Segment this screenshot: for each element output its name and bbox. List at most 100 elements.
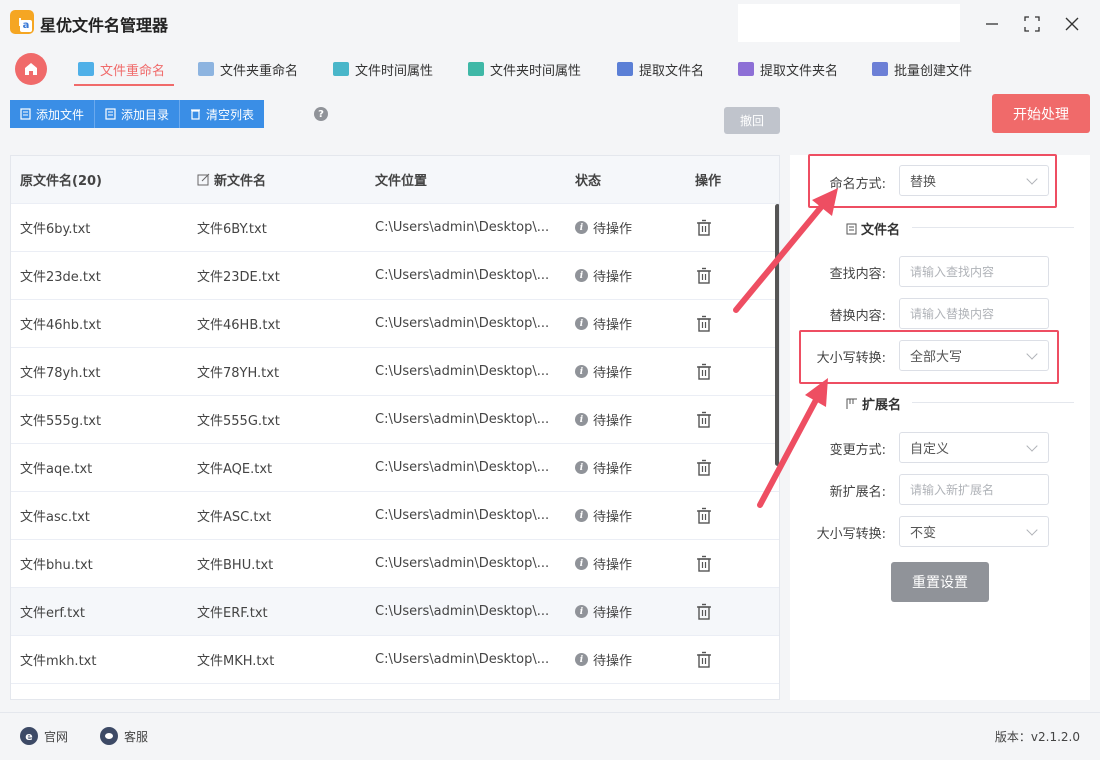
home-button[interactable] xyxy=(15,53,47,85)
delete-button[interactable] xyxy=(695,444,713,491)
new-filename: 文件AQE.txt xyxy=(197,462,273,477)
extension-section-header: 扩展名 xyxy=(846,394,901,413)
close-icon[interactable] xyxy=(1060,12,1084,36)
tab-folder-rename[interactable]: 文件夹重命名 xyxy=(198,56,298,82)
file-time-icon xyxy=(333,62,349,76)
table-row[interactable]: 文件aqe.txt 文件AQE.txt C:\Users\admin\Desktop… xyxy=(11,444,779,492)
status-cell: i 待操作 xyxy=(575,396,632,443)
filename-section-title: 文件名 xyxy=(861,223,901,238)
ext-case-value: 不变 xyxy=(910,526,937,541)
header-original-name: 原文件名(20) xyxy=(20,174,102,189)
new-ext-label: 新扩展名: xyxy=(829,485,886,500)
tab-batch-create[interactable]: 批量创建文件 xyxy=(872,56,972,82)
tab-extract-filename[interactable]: 提取文件名 xyxy=(617,56,704,82)
tab-file-rename[interactable]: 文件重命名 xyxy=(78,56,165,82)
tab-extract-foldername[interactable]: 提取文件夹名 xyxy=(738,56,838,82)
add-directory-label: 添加目录 xyxy=(121,107,170,122)
file-location: C:\Users\admin\Desktop\... xyxy=(375,364,550,379)
file-toolbar: 添加文件 添加目录 清空列表 xyxy=(10,100,265,128)
status-cell: i 待操作 xyxy=(575,492,632,539)
extension-icon xyxy=(846,398,857,409)
delete-button[interactable] xyxy=(695,252,713,299)
edit-icon xyxy=(197,173,210,186)
batch-create-icon xyxy=(872,62,888,76)
info-icon: i xyxy=(575,413,588,426)
delete-button[interactable] xyxy=(695,300,713,347)
new-filename: 文件555G.txt xyxy=(197,414,280,429)
table-row[interactable]: 文件46hb.txt 文件46HB.txt C:\Users\admin\Deskt… xyxy=(11,300,779,348)
status-text: 待操作 xyxy=(593,510,633,525)
table-row[interactable]: 文件6by.txt 文件6BY.txt C:\Users\admin\Desktop… xyxy=(11,204,779,252)
new-filename: 文件MKH.txt xyxy=(197,654,275,669)
active-tab-indicator xyxy=(74,84,174,86)
table-row[interactable]: 文件555g.txt 文件555G.txt C:\Users\admin\Deskt… xyxy=(11,396,779,444)
new-ext-input[interactable]: 请输入新扩展名 xyxy=(899,474,1049,505)
status-cell: i 待操作 xyxy=(575,636,632,683)
file-table: 原文件名(20) 新文件名 文件位置 状态 操作 文件6by.txt 文件6BY.… xyxy=(10,155,780,700)
delete-icon xyxy=(697,507,711,524)
tab-folder-time[interactable]: 文件夹时间属性 xyxy=(468,56,581,82)
original-filename: 文件46hb.txt xyxy=(20,318,102,333)
settings-panel xyxy=(790,155,1090,700)
new-filename: 文件78YH.txt xyxy=(197,366,280,381)
delete-button[interactable] xyxy=(695,204,713,251)
replace-input[interactable]: 请输入替换内容 xyxy=(899,298,1049,329)
clear-list-label: 清空列表 xyxy=(206,107,255,122)
table-row[interactable]: 文件asc.txt 文件ASC.txt C:\Users\admin\Desktop… xyxy=(11,492,779,540)
help-icon[interactable]: ? xyxy=(314,107,328,121)
start-processing-button[interactable]: 开始处理 xyxy=(992,94,1090,133)
ext-case-select[interactable]: 不变 xyxy=(899,516,1049,547)
delete-button[interactable] xyxy=(695,636,713,683)
customer-service-link[interactable]: 客服 xyxy=(100,727,148,745)
delete-icon xyxy=(697,411,711,428)
find-label: 查找内容: xyxy=(829,267,886,282)
delete-button[interactable] xyxy=(695,492,713,539)
table-row[interactable]: 文件erf.txt 文件ERF.txt C:\Users\admin\Desktop… xyxy=(11,588,779,636)
folder-rename-icon xyxy=(198,62,214,76)
reset-settings-button[interactable]: 重置设置 xyxy=(891,562,989,602)
delete-button[interactable] xyxy=(695,348,713,395)
find-input[interactable]: 请输入查找内容 xyxy=(899,256,1049,287)
ext-mode-value: 自定义 xyxy=(910,442,950,457)
table-row[interactable]: 文件mkh.txt 文件MKH.txt C:\Users\admin\Desktop… xyxy=(11,636,779,684)
new-filename: 文件ASC.txt xyxy=(197,510,272,525)
add-file-button[interactable]: 添加文件 xyxy=(10,100,96,128)
status-cell: i 待操作 xyxy=(575,444,632,491)
add-directory-button[interactable]: 添加目录 xyxy=(95,100,181,128)
original-filename: 文件6by.txt xyxy=(20,222,91,237)
tab-label: 提取文件名 xyxy=(639,63,705,79)
chevron-down-icon xyxy=(1026,440,1038,452)
delete-button[interactable] xyxy=(695,588,713,635)
table-scrollbar[interactable] xyxy=(775,204,779,466)
file-location: C:\Users\admin\Desktop\... xyxy=(375,412,550,427)
status-text: 待操作 xyxy=(593,318,633,333)
tab-file-time[interactable]: 文件时间属性 xyxy=(333,56,433,82)
file-location: C:\Users\admin\Desktop\... xyxy=(375,508,550,523)
filename-section-header: 文件名 xyxy=(846,219,900,238)
tab-label: 文件夹时间属性 xyxy=(490,63,582,79)
clear-list-button[interactable]: 清空列表 xyxy=(180,100,265,128)
status-cell: i 待操作 xyxy=(575,252,632,299)
table-row[interactable]: 文件78yh.txt 文件78YH.txt C:\Users\admin\Deskt… xyxy=(11,348,779,396)
ext-mode-select[interactable]: 自定义 xyxy=(899,432,1049,463)
delete-button[interactable] xyxy=(695,540,713,587)
table-row[interactable]: 文件23de.txt 文件23DE.txt C:\Users\admin\Deskt… xyxy=(11,252,779,300)
header-actions: 操作 xyxy=(695,174,722,189)
delete-icon xyxy=(697,363,711,380)
header-status: 状态 xyxy=(575,174,602,189)
file-location: C:\Users\admin\Desktop\... xyxy=(375,220,550,235)
ext-case-label: 大小写转换: xyxy=(816,527,886,542)
website-link[interactable]: e 官网 xyxy=(20,727,68,745)
undo-button[interactable]: 撤回 xyxy=(724,107,780,134)
customer-service-label: 客服 xyxy=(124,729,149,744)
maximize-icon[interactable] xyxy=(1020,12,1044,36)
status-text: 待操作 xyxy=(593,414,633,429)
title-blank-area xyxy=(738,4,960,42)
minimize-icon[interactable] xyxy=(980,12,1004,36)
original-filename: 文件mkh.txt xyxy=(20,654,97,669)
status-cell: i 待操作 xyxy=(575,204,632,251)
new-filename: 文件23DE.txt xyxy=(197,270,280,285)
table-row[interactable]: 文件bhu.txt 文件BHU.txt C:\Users\admin\Desktop… xyxy=(11,540,779,588)
status-cell: i 待操作 xyxy=(575,348,632,395)
delete-button[interactable] xyxy=(695,396,713,443)
